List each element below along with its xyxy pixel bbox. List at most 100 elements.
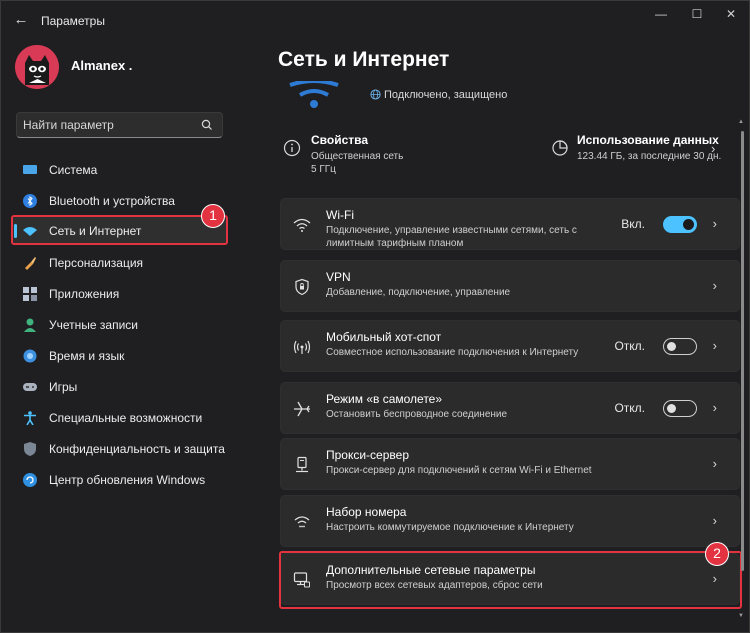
gamepad-icon xyxy=(23,383,37,391)
card-subtitle: Подключение, управление известными сетям… xyxy=(326,225,577,249)
sidebar-item-label: Специальные возможности xyxy=(49,411,203,425)
card-title: VPN xyxy=(326,270,351,284)
sidebar-item-privacy[interactable]: Конфиденциальность и защита xyxy=(13,434,227,463)
close-button[interactable]: ✕ xyxy=(711,5,750,23)
scroll-down-arrow[interactable]: ▼ xyxy=(738,613,744,619)
globe-clock-icon xyxy=(23,349,37,363)
bluetooth-icon xyxy=(23,194,37,208)
minimize-button[interactable]: — xyxy=(641,5,681,23)
sidebar-item-label: Система xyxy=(49,163,98,177)
sidebar-item-system[interactable]: Система xyxy=(13,155,227,184)
sidebar-item-accounts[interactable]: Учетные записи xyxy=(13,310,227,339)
sidebar-item-windows-update[interactable]: Центр обновления Windows xyxy=(13,465,227,494)
accessibility-icon xyxy=(24,411,36,425)
search-box[interactable] xyxy=(16,112,223,138)
chevron-right-icon: › xyxy=(712,278,717,293)
properties-title: Свойства xyxy=(311,133,369,147)
avatar[interactable] xyxy=(15,45,59,89)
card-subtitle: Настроить коммутируемое подключение к Ин… xyxy=(326,522,574,533)
sidebar-item-accessibility[interactable]: Специальные возможности xyxy=(13,403,227,432)
airplane-mode-card[interactable]: Режим «в самолете» Остановить беспроводн… xyxy=(280,382,740,434)
sidebar-item-label: Игры xyxy=(49,380,78,394)
vpn-card[interactable]: VPN Добавление, подключение, управление … xyxy=(280,260,740,312)
apps-icon xyxy=(23,287,37,301)
mobile-hotspot-card[interactable]: Мобильный хот-спот Совместное использова… xyxy=(280,320,740,372)
card-title: Режим «в самолете» xyxy=(326,392,443,406)
properties-band: 5 ГГц xyxy=(311,164,336,175)
sidebar-item-label: Время и язык xyxy=(49,349,125,363)
connection-status: Подключено, защищено xyxy=(384,89,508,101)
chevron-right-icon: › xyxy=(711,141,716,156)
card-subtitle: Остановить беспроводное соединение xyxy=(326,409,508,420)
proxy-card[interactable]: Прокси-сервер Прокси-сервер для подключе… xyxy=(280,438,740,490)
back-button[interactable]: ← xyxy=(9,9,33,31)
card-title: Набор номера xyxy=(326,505,407,519)
chevron-right-icon: › xyxy=(712,216,717,231)
toggle-state-label: Вкл. xyxy=(621,217,645,231)
sidebar-item-apps[interactable]: Приложения xyxy=(13,279,227,308)
step-badge-2: 2 xyxy=(705,542,729,566)
page-title: Сеть и Интернет xyxy=(278,48,450,71)
airplane-icon xyxy=(294,401,310,417)
sidebar-item-gaming[interactable]: Игры xyxy=(13,372,227,401)
toggle-state-label: Откл. xyxy=(614,339,645,353)
search-input[interactable] xyxy=(23,116,193,134)
title-bar: ← Параметры — ☐ ✕ xyxy=(1,1,749,39)
cat-avatar-icon xyxy=(15,45,59,89)
sidebar-item-label: Центр обновления Windows xyxy=(49,473,206,487)
card-subtitle: Совместное использование подключения к И… xyxy=(326,347,579,358)
globe-icon xyxy=(370,89,381,100)
toggle-state-label: Откл. xyxy=(614,401,645,415)
network-summary-row: Свойства Общественная сеть 5 ГГц Использ… xyxy=(280,125,740,177)
dial-up-icon xyxy=(294,516,310,528)
step-badge-1: 1 xyxy=(201,204,225,228)
pie-chart-icon xyxy=(552,140,568,156)
mobile-hotspot-toggle[interactable] xyxy=(663,338,697,355)
chevron-right-icon: › xyxy=(712,456,717,471)
info-icon xyxy=(283,139,301,157)
sidebar-item-label: Приложения xyxy=(49,287,120,301)
sidebar-item-bluetooth[interactable]: Bluetooth и устройства xyxy=(13,186,227,215)
window-title: Параметры xyxy=(41,14,105,28)
sidebar-item-label: Bluetooth и устройства xyxy=(49,194,175,208)
wifi-icon xyxy=(293,218,311,232)
user-name: Almanex . xyxy=(71,58,133,73)
data-usage-detail: 123.44 ГБ, за последние 30 дн. xyxy=(577,151,722,162)
accounts-icon xyxy=(24,318,36,332)
scroll-up-arrow[interactable]: ▲ xyxy=(738,119,744,125)
update-icon xyxy=(23,473,37,487)
dial-up-card[interactable]: Набор номера Настроить коммутируемое под… xyxy=(280,495,740,547)
system-icon xyxy=(23,165,37,174)
shield-icon xyxy=(24,442,36,456)
sidebar-item-label: Персонализация xyxy=(49,256,144,270)
wifi-toggle[interactable] xyxy=(663,216,697,233)
settings-window: ← Параметры — ☐ ✕ Almanex . Система Blu xyxy=(0,0,750,633)
card-subtitle: Добавление, подключение, управление xyxy=(326,287,511,298)
sidebar-item-time-language[interactable]: Время и язык xyxy=(13,341,227,370)
data-usage-link[interactable]: Использование данных 123.44 ГБ, за после… xyxy=(548,125,740,177)
airplane-mode-toggle[interactable] xyxy=(663,400,697,417)
properties-network-type: Общественная сеть xyxy=(311,151,404,162)
highlight-box-advanced xyxy=(279,551,742,609)
card-title: Мобильный хот-спот xyxy=(326,330,442,344)
proxy-server-icon xyxy=(296,456,308,473)
sidebar-item-label: Учетные записи xyxy=(49,318,138,332)
hotspot-icon xyxy=(293,340,311,354)
card-subtitle: Прокси-сервер для подключений к сетям Wi… xyxy=(326,465,592,476)
highlight-box-network xyxy=(11,215,228,245)
chevron-right-icon: › xyxy=(712,513,717,528)
brush-icon xyxy=(25,257,36,270)
properties-link[interactable]: Свойства Общественная сеть 5 ГГц xyxy=(280,125,500,177)
card-title: Wi-Fi xyxy=(326,208,354,222)
card-title: Прокси-сервер xyxy=(326,448,409,462)
sidebar-item-label: Конфиденциальность и защита xyxy=(49,442,225,456)
data-usage-title: Использование данных xyxy=(577,133,719,147)
search-icon[interactable] xyxy=(200,118,214,132)
wifi-card[interactable]: Wi-Fi Подключение, управление известными… xyxy=(280,198,740,250)
chevron-right-icon: › xyxy=(712,400,717,415)
wifi-status-icon xyxy=(289,81,339,108)
scrollbar-thumb[interactable] xyxy=(741,131,744,571)
chevron-right-icon: › xyxy=(712,338,717,353)
sidebar-item-personalization[interactable]: Персонализация xyxy=(13,248,227,277)
vpn-shield-icon xyxy=(295,278,309,296)
